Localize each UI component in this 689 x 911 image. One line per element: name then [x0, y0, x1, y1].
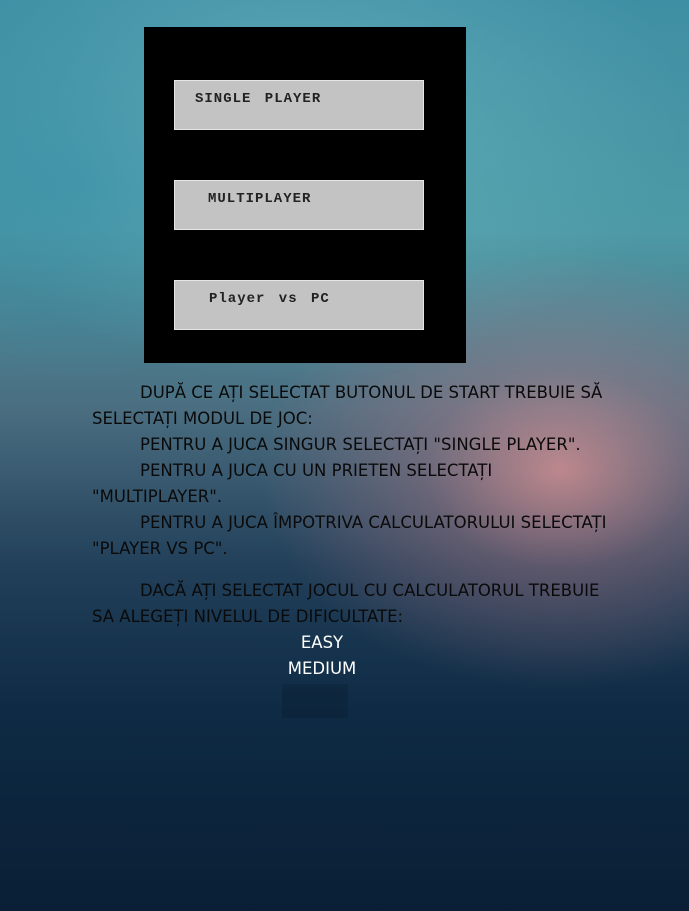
player-vs-pc-button[interactable]: Player vs PC [174, 280, 424, 330]
instruction-difficulty: DACĂ AȚI SELECTAT JOCUL CU CALCULATORUL … [92, 581, 600, 626]
difficulty-highlight-box [282, 684, 348, 718]
difficulty-medium[interactable]: MEDIUM [222, 656, 422, 682]
instruction-select-mode: DUPĂ CE AȚI SELECTAT BUTONUL DE START TR… [92, 383, 603, 428]
difficulty-easy[interactable]: EASY [222, 630, 422, 656]
multiplayer-button[interactable]: MULTIPLAYER [174, 180, 424, 230]
game-mode-menu: SINGLE PLAYER MULTIPLAYER Player vs PC [144, 27, 466, 363]
instruction-single-player: PENTRU A JUCA SINGUR SELECTAȚI "SINGLE P… [140, 435, 581, 454]
difficulty-options: EASY MEDIUM [222, 630, 422, 682]
instruction-player-vs-pc: PENTRU A JUCA ÎMPOTRIVA CALCULATORULUI S… [92, 513, 607, 558]
single-player-button[interactable]: SINGLE PLAYER [174, 80, 424, 130]
instructions-text: DUPĂ CE AȚI SELECTAT BUTONUL DE START TR… [92, 380, 612, 630]
instruction-multiplayer: PENTRU A JUCA CU UN PRIETEN SELECTAȚI "M… [92, 461, 493, 506]
